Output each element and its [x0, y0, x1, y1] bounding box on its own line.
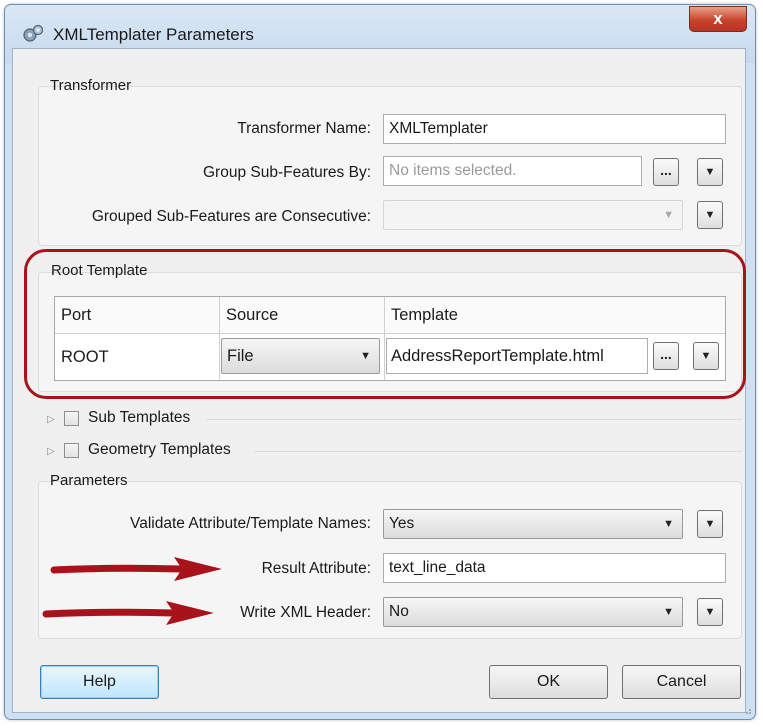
validate-select-value: Yes [389, 515, 415, 532]
expand-arrow-icon[interactable]: ▷ [47, 446, 55, 457]
close-button[interactable]: x [689, 6, 747, 32]
chevron-down-icon: ▼ [360, 350, 371, 362]
xml-header-select-value: No [389, 603, 409, 620]
annotation-arrow-icon [42, 601, 214, 625]
resize-grip-icon[interactable] [742, 705, 752, 715]
triangle-down-icon: ▼ [704, 166, 716, 178]
column-header-template[interactable]: Template [385, 297, 725, 334]
consecutive-menu-button[interactable]: ▼ [697, 201, 723, 229]
triangle-down-icon: ▼ [704, 606, 716, 618]
sub-templates-label: Sub Templates [88, 409, 191, 426]
group-by-label: Group Sub-Features By: [203, 164, 371, 181]
root-port-cell: ROOT [55, 334, 220, 380]
consecutive-select: ▼ [383, 200, 683, 230]
group-by-input[interactable]: No items selected. [383, 156, 642, 186]
sub-templates-checkbox[interactable] [64, 411, 79, 426]
app-gears-icon [23, 24, 44, 42]
transformer-group-title: Transformer [50, 77, 132, 94]
geometry-templates-checkbox[interactable] [64, 443, 79, 458]
group-by-menu-button[interactable]: ▼ [697, 158, 723, 186]
column-header-port[interactable]: Port [55, 297, 220, 334]
root-template-browse-button[interactable]: ... [653, 342, 679, 370]
divider [254, 451, 742, 452]
validate-label: Validate Attribute/Template Names: [130, 515, 371, 532]
cancel-button[interactable]: Cancel [622, 665, 741, 699]
root-source-value: File [227, 347, 254, 365]
root-template-menu-button[interactable]: ▼ [693, 342, 719, 370]
xml-header-select[interactable]: No ▼ [383, 597, 683, 627]
validate-menu-button[interactable]: ▼ [697, 510, 723, 538]
consecutive-label: Grouped Sub-Features are Consecutive: [91, 208, 371, 225]
triangle-down-icon: ▼ [704, 518, 716, 530]
group-by-browse-button[interactable]: ... [653, 158, 679, 186]
expand-arrow-icon[interactable]: ▷ [47, 414, 55, 425]
validate-select[interactable]: Yes ▼ [383, 509, 683, 539]
result-attribute-label: Result Attribute: [261, 560, 371, 577]
annotation-arrow-icon [50, 557, 222, 581]
root-template-group-title: Root Template [51, 262, 148, 279]
help-button[interactable]: Help [40, 665, 159, 699]
divider [206, 419, 742, 420]
column-header-source[interactable]: Source [220, 297, 385, 334]
triangle-down-icon: ▼ [700, 350, 712, 362]
parameters-group-title: Parameters [50, 472, 128, 489]
geometry-templates-label: Geometry Templates [88, 441, 231, 458]
chevron-down-icon: ▼ [663, 209, 674, 221]
root-template-input[interactable]: AddressReportTemplate.html [386, 338, 648, 374]
triangle-down-icon: ▼ [704, 209, 716, 221]
chevron-down-icon: ▼ [663, 518, 674, 530]
result-attribute-input[interactable]: text_line_data [383, 553, 726, 583]
xml-header-label: Write XML Header: [240, 604, 371, 621]
root-source-select[interactable]: File ▼ [221, 338, 380, 374]
xml-header-menu-button[interactable]: ▼ [697, 598, 723, 626]
window-title: XMLTemplater Parameters [53, 25, 254, 44]
transformer-name-label: Transformer Name: [237, 120, 371, 137]
transformer-name-input[interactable]: XMLTemplater [383, 114, 726, 144]
chevron-down-icon: ▼ [663, 606, 674, 618]
ok-button[interactable]: OK [489, 665, 608, 699]
